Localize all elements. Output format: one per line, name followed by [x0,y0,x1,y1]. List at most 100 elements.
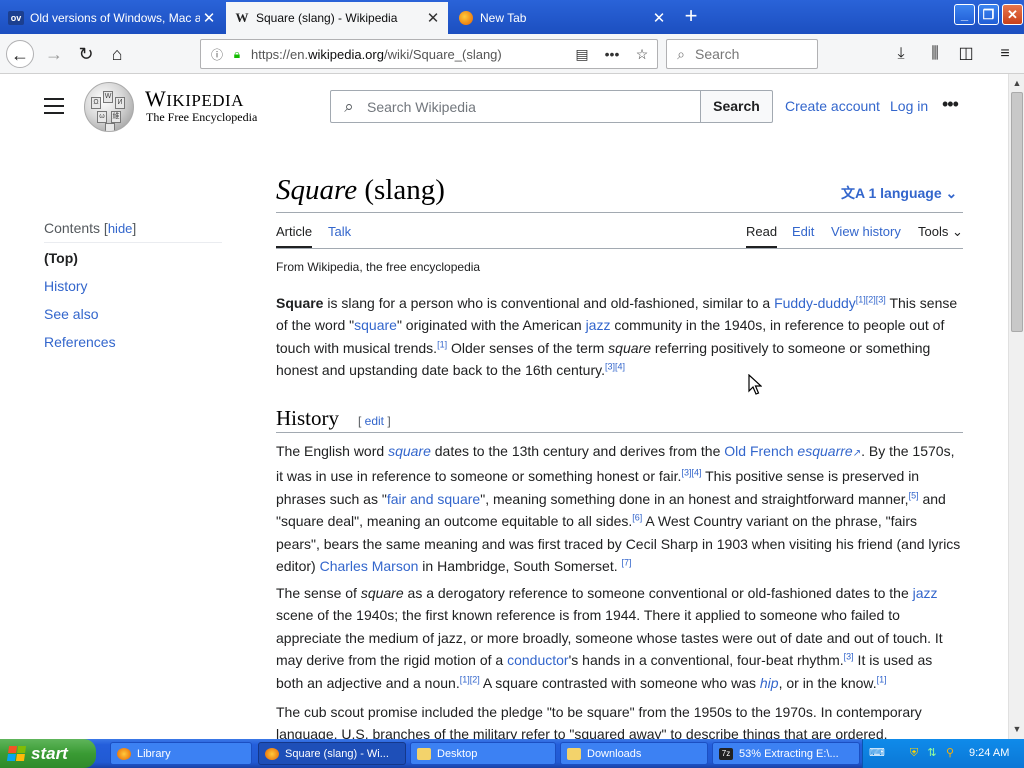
history-edit-section[interactable]: [ edit ] [358,414,391,428]
tabs-divider [276,248,963,249]
tools-menu[interactable]: Tools ⌄ [918,224,963,240]
start-label: start [31,743,68,763]
citation[interactable]: [1] [877,674,887,684]
new-tab-plus-icon[interactable]: + [680,5,702,27]
external-link-icon: ↗ [852,448,862,459]
link-text-italic: esquarre [797,443,853,459]
forward-arrow-icon[interactable]: → [40,40,68,68]
tab-new-tab[interactable]: New Tab ✕ [450,2,674,34]
taskbar-item-library[interactable]: Library [110,742,252,765]
tab-read[interactable]: Read [746,224,778,248]
link-old-french-esquarre[interactable]: Old French esquarre↗ [724,443,861,459]
scroll-up-arrow-icon[interactable]: ▲ [1010,76,1024,90]
search-tray-icon[interactable]: ⚲ [943,746,957,760]
mouse-pointer-icon [748,374,762,395]
clock: 9:24 AM [969,747,1010,759]
citation[interactable]: [1][2] [460,674,480,684]
wikipedia-tagline: The Free Encyclopedia [146,110,258,124]
citation[interactable]: [3][4] [605,362,625,372]
italic-term: square [608,339,651,356]
wikipedia-wordmark[interactable]: WIKIPEDIA [145,86,244,112]
text: 's hands in a conventional, four-beat rh… [568,652,844,669]
user-menu-ellipsis-icon[interactable]: ••• [942,94,959,115]
restore-window-icon[interactable]: ❐ [978,4,999,25]
language-button[interactable]: 文A 1 language ⌄ [841,183,957,203]
link-jazz[interactable]: jazz [913,585,938,601]
toc-item-see-also[interactable]: See also [44,306,98,322]
taskbar-item-7zip-extracting[interactable]: 7z 53% Extracting E:\... [712,742,860,765]
history-paragraph-3: The cub scout promise included the pledg… [276,704,922,739]
keyboard-icon[interactable]: ⌨ [869,746,885,760]
tab-square-slang[interactable]: W Square (slang) - Wikipedia ✕ [226,2,448,34]
taskbar-item-desktop[interactable]: Desktop [410,742,556,765]
page-title: Square (slang) [276,174,445,207]
create-account-link[interactable]: Create account [785,98,880,114]
citation[interactable]: [5] [909,490,919,500]
security-shield-icon[interactable]: ⛨ [907,746,921,760]
wikipedia-globe-logo[interactable]: ΩWИ ω維 [84,82,134,132]
start-button[interactable]: start [0,739,96,768]
scroll-thumb[interactable] [1011,92,1023,332]
citation[interactable]: [1][2][3] [856,294,886,304]
link-jazz[interactable]: jazz [586,317,611,333]
login-link[interactable]: Log in [890,98,928,114]
close-tab-icon[interactable]: ✕ [424,9,442,27]
menu-icon[interactable]: ≡ [992,42,1018,66]
reader-view-icon[interactable]: ▤ [567,46,597,63]
main-menu-icon[interactable] [44,98,64,114]
browser-search-field[interactable]: ⌕ Search [666,39,818,69]
taskbar-item-square-slang[interactable]: Square (slang) - Wi... [258,742,406,765]
home-icon[interactable]: ⌂ [103,40,131,68]
back-arrow-icon[interactable]: ← [6,40,34,68]
tab-old-versions[interactable]: ov Old versions of Windows, Mac and ✕ [0,2,224,34]
url-text[interactable]: https://en.wikipedia.org/wiki/Square_(sl… [251,47,567,62]
search-icon: ⌕ [344,96,354,116]
tab-view-history[interactable]: View history [831,224,901,239]
minimize-window-icon[interactable]: _ [954,4,975,25]
citation[interactable]: [6] [632,513,642,523]
close-tab-icon[interactable]: ✕ [200,9,218,27]
link-square[interactable]: square [354,317,397,333]
bookmark-star-icon[interactable]: ☆ [627,46,657,63]
tools-label: Tools [918,224,949,239]
toc-item-references[interactable]: References [44,334,116,350]
download-icon[interactable]: ⤓ [888,42,914,66]
tab-talk[interactable]: Talk [328,224,351,239]
text: Older senses of the term [447,339,609,356]
text: ", meaning something done in an honest a… [480,490,909,507]
page-actions-icon[interactable]: ••• [597,46,627,62]
close-window-icon[interactable]: ✕ [1002,4,1023,25]
citation[interactable]: [1] [437,339,447,349]
link-hip[interactable]: hip [760,675,779,691]
close-tab-icon[interactable]: ✕ [650,9,668,27]
citation[interactable]: [3][4] [681,468,701,478]
link-conductor[interactable]: conductor [507,652,568,668]
link-fuddy-duddy[interactable]: Fuddy-duddy [774,295,856,311]
url-bar[interactable]: ⓘ 🔒︎ https://en.wikipedia.org/wiki/Squar… [200,39,658,69]
edit-link[interactable]: edit [365,414,384,428]
toc-item-top[interactable]: (Top) [44,250,78,266]
link-charles-marson[interactable]: Charles Marson [320,558,419,574]
tab-article[interactable]: Article [276,224,313,248]
taskbar-item-downloads[interactable]: Downloads [560,742,708,765]
tab-edit[interactable]: Edit [792,224,814,239]
citation[interactable]: [7] [622,557,632,567]
title-rest: (slang) [357,174,445,206]
link-square[interactable]: square [388,443,431,459]
toc-item-history[interactable]: History [44,278,88,294]
page-scrollbar[interactable]: ▲ ▼ [1008,74,1024,739]
scroll-down-arrow-icon[interactable]: ▼ [1010,722,1024,736]
toc-hide-link[interactable]: hide [108,221,133,236]
wiki-search-button[interactable]: Search [700,90,773,123]
library-icon[interactable]: ⫼ [922,42,948,66]
network-icon[interactable]: ⇅ [925,746,939,760]
site-subtitle: From Wikipedia, the free encyclopedia [276,260,481,274]
wiki-search-input[interactable]: ⌕ Search Wikipedia [330,90,701,123]
link-fair-and-square[interactable]: fair and square [387,491,480,507]
reload-icon[interactable]: ↻ [72,40,100,68]
navigation-toolbar: ← → ↻ ⌂ ⓘ 🔒︎ https://en.wikipedia.org/wi… [0,34,1024,74]
site-info-icon[interactable]: ⓘ [205,46,229,63]
task-label: Library [137,747,171,760]
sidebar-icon[interactable]: ◫ [953,42,979,66]
citation[interactable]: [3] [844,652,854,662]
